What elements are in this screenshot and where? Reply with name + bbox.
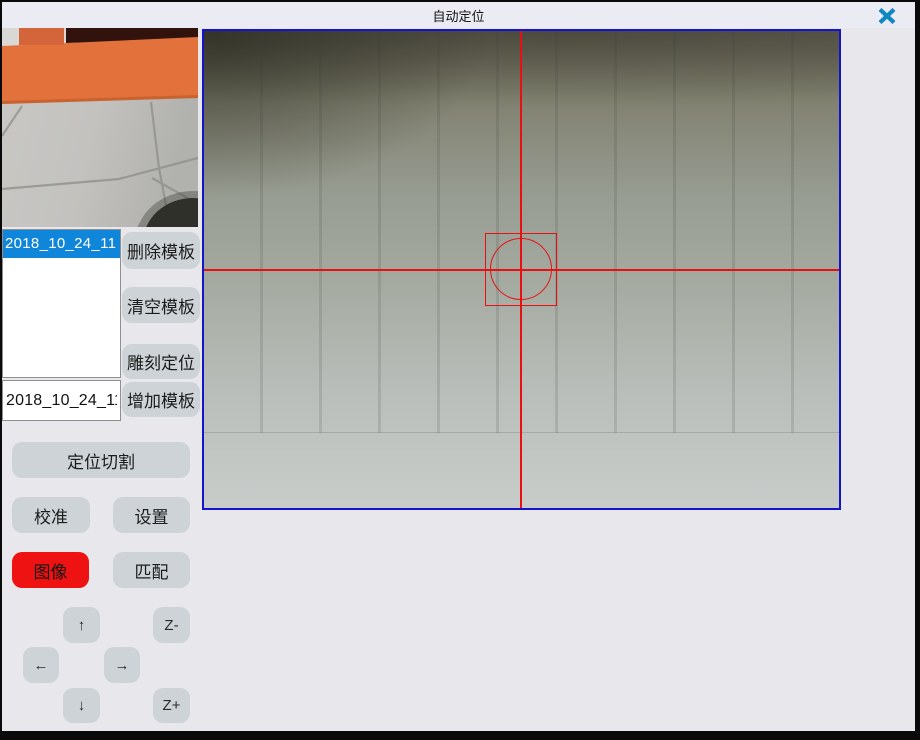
- settings-button[interactable]: 设置: [113, 497, 190, 533]
- image-button[interactable]: 图像: [12, 552, 89, 588]
- close-icon: [878, 8, 896, 24]
- delete-template-button[interactable]: 删除模板: [122, 232, 200, 269]
- jog-right-button[interactable]: →: [104, 647, 140, 683]
- engrave-position-button[interactable]: 雕刻定位: [122, 344, 200, 379]
- jog-up-button[interactable]: ↑: [63, 607, 100, 643]
- auto-position-dialog: 自动定位: [2, 2, 915, 731]
- title-bar: 自动定位: [2, 2, 915, 28]
- camera-view[interactable]: [202, 29, 841, 510]
- clear-template-button[interactable]: 清空模板: [122, 287, 200, 323]
- jog-left-button[interactable]: ←: [23, 647, 59, 683]
- template-name-input[interactable]: [2, 380, 121, 421]
- template-list[interactable]: 2018_10_24_11: [2, 229, 121, 378]
- position-cut-button[interactable]: 定位切割: [12, 442, 190, 478]
- jog-z-plus-button[interactable]: Z+: [153, 688, 190, 723]
- calibrate-button[interactable]: 校准: [12, 497, 90, 533]
- jog-z-minus-button[interactable]: Z-: [153, 607, 190, 643]
- close-button[interactable]: [877, 7, 897, 24]
- add-template-button[interactable]: 增加模板: [122, 382, 200, 417]
- thumbnail-image: [2, 28, 198, 227]
- match-button[interactable]: 匹配: [113, 552, 190, 588]
- jog-down-button[interactable]: ↓: [63, 688, 100, 723]
- template-list-item[interactable]: 2018_10_24_11: [3, 230, 120, 258]
- target-circle: [490, 238, 552, 300]
- camera-thumbnail: [2, 28, 198, 227]
- window-title: 自动定位: [2, 2, 915, 28]
